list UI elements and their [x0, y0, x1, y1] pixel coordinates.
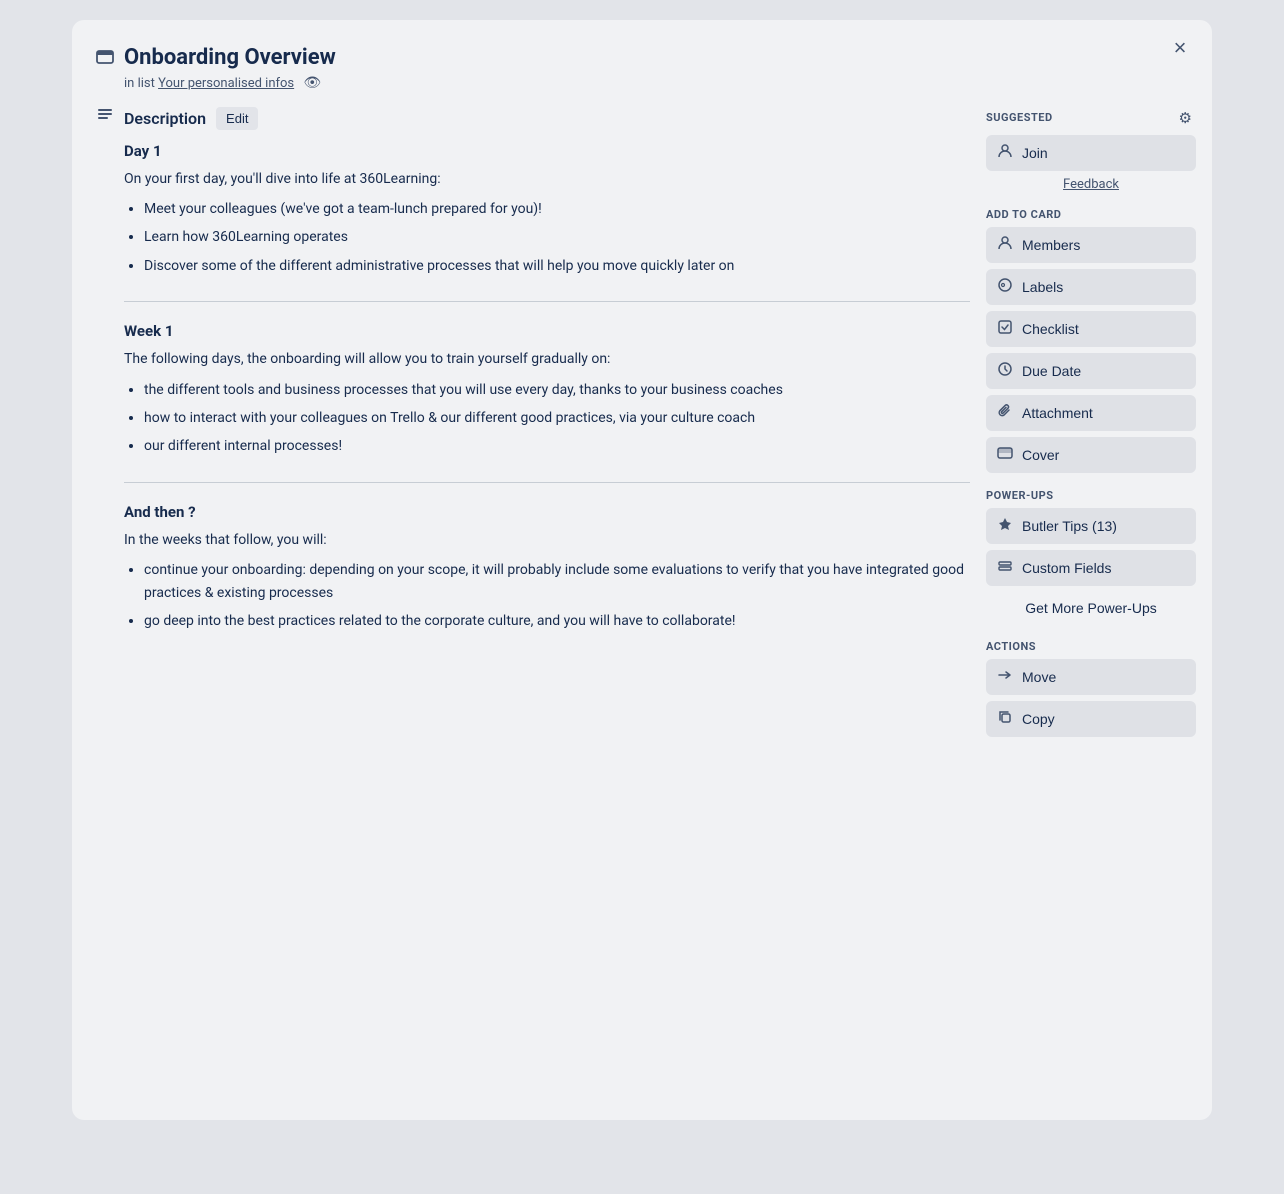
card-title: Onboarding Overview — [124, 44, 336, 73]
list-name-link[interactable]: Your personalised infos — [158, 76, 294, 91]
copy-icon — [996, 709, 1014, 729]
list-item: continue your onboarding: depending on y… — [144, 559, 970, 604]
suggested-header: SUGGESTED ⚙ — [986, 107, 1196, 129]
section-day1: Day 1 On your first day, you'll dive int… — [124, 142, 970, 278]
card-subtitle: in list Your personalised infos 👁 — [124, 75, 336, 91]
watch-icon: 👁 — [303, 75, 321, 91]
due-date-label: Due Date — [1022, 363, 1081, 379]
section-day1-title: Day 1 — [124, 142, 970, 160]
copy-button[interactable]: Copy — [986, 701, 1196, 737]
modal-header: Onboarding Overview in list Your persona… — [96, 44, 1196, 91]
attachment-button[interactable]: Attachment — [986, 395, 1196, 431]
copy-label: Copy — [1022, 711, 1055, 727]
cover-icon — [996, 445, 1014, 465]
divider2 — [124, 482, 970, 483]
custom-fields-label: Custom Fields — [1022, 560, 1111, 576]
section-andthen-title: And then ? — [124, 503, 970, 521]
list-item: Meet your colleagues (we've got a team-l… — [144, 198, 970, 220]
divider1 — [124, 301, 970, 302]
card-modal: × Onboarding Overview in list Your perso… — [72, 20, 1212, 1120]
edit-description-button[interactable]: Edit — [216, 107, 258, 130]
join-label: Join — [1022, 145, 1048, 161]
section-week1-list: the different tools and business process… — [124, 379, 970, 458]
description-content: Day 1 On your first day, you'll dive int… — [96, 142, 970, 633]
custom-fields-button[interactable]: Custom Fields — [986, 550, 1196, 586]
clock-icon — [996, 361, 1014, 381]
members-icon — [996, 235, 1014, 255]
actions-label: ACTIONS — [986, 640, 1196, 653]
gear-button[interactable]: ⚙ — [1175, 107, 1196, 129]
list-item: the different tools and business process… — [144, 379, 970, 401]
members-button[interactable]: Members — [986, 227, 1196, 263]
arrow-icon — [996, 667, 1014, 687]
checklist-icon — [996, 319, 1014, 339]
feedback-link[interactable]: Feedback — [986, 177, 1196, 192]
description-label: Description — [124, 109, 206, 128]
due-date-button[interactable]: Due Date — [986, 353, 1196, 389]
labels-icon — [996, 277, 1014, 297]
section-andthen-list: continue your onboarding: depending on y… — [124, 559, 970, 632]
close-button[interactable]: × — [1164, 32, 1196, 64]
power-ups-label: POWER-UPS — [986, 489, 1196, 502]
list-item: our different internal processes! — [144, 435, 970, 457]
section-day1-list: Meet your colleagues (we've got a team-l… — [124, 198, 970, 277]
checklist-button[interactable]: Checklist — [986, 311, 1196, 347]
checklist-label: Checklist — [1022, 321, 1079, 337]
section-week1-title: Week 1 — [124, 322, 970, 340]
butler-icon — [996, 516, 1014, 536]
sidebar: SUGGESTED ⚙ Join Feedback ADD TO CARD Me… — [986, 107, 1196, 1096]
attachment-label: Attachment — [1022, 405, 1093, 421]
list-item: how to interact with your colleagues on … — [144, 407, 970, 429]
move-button[interactable]: Move — [986, 659, 1196, 695]
section-week1: Week 1 The following days, the onboardin… — [124, 322, 970, 458]
cover-button[interactable]: Cover — [986, 437, 1196, 473]
description-icon — [96, 107, 114, 130]
add-to-card-label: ADD TO CARD — [986, 208, 1196, 221]
members-label: Members — [1022, 237, 1080, 253]
section-week1-intro: The following days, the onboarding will … — [124, 348, 970, 370]
list-item: Discover some of the different administr… — [144, 255, 970, 277]
get-more-button[interactable]: Get More Power-Ups — [986, 592, 1196, 624]
list-item: Learn how 360Learning operates — [144, 226, 970, 248]
description-header: Description Edit — [96, 107, 970, 130]
paperclip-icon — [996, 403, 1014, 423]
butler-button[interactable]: Butler Tips (13) — [986, 508, 1196, 544]
section-day1-intro: On your first day, you'll dive into life… — [124, 168, 970, 190]
title-block: Onboarding Overview in list Your persona… — [124, 44, 336, 91]
labels-button[interactable]: Labels — [986, 269, 1196, 305]
section-andthen-intro: In the weeks that follow, you will: — [124, 529, 970, 551]
butler-label: Butler Tips (13) — [1022, 518, 1117, 534]
list-item: go deep into the best practices related … — [144, 610, 970, 632]
cover-label: Cover — [1022, 447, 1059, 463]
modal-body: Description Edit Day 1 On your first day… — [96, 107, 1196, 1096]
section-andthen: And then ? In the weeks that follow, you… — [124, 503, 970, 633]
main-content: Description Edit Day 1 On your first day… — [96, 107, 970, 1096]
custom-fields-icon — [996, 558, 1014, 578]
labels-label: Labels — [1022, 279, 1063, 295]
move-label: Move — [1022, 669, 1056, 685]
person-icon — [996, 143, 1014, 163]
card-icon — [96, 48, 114, 71]
suggested-label: SUGGESTED — [986, 111, 1053, 124]
join-button[interactable]: Join — [986, 135, 1196, 171]
